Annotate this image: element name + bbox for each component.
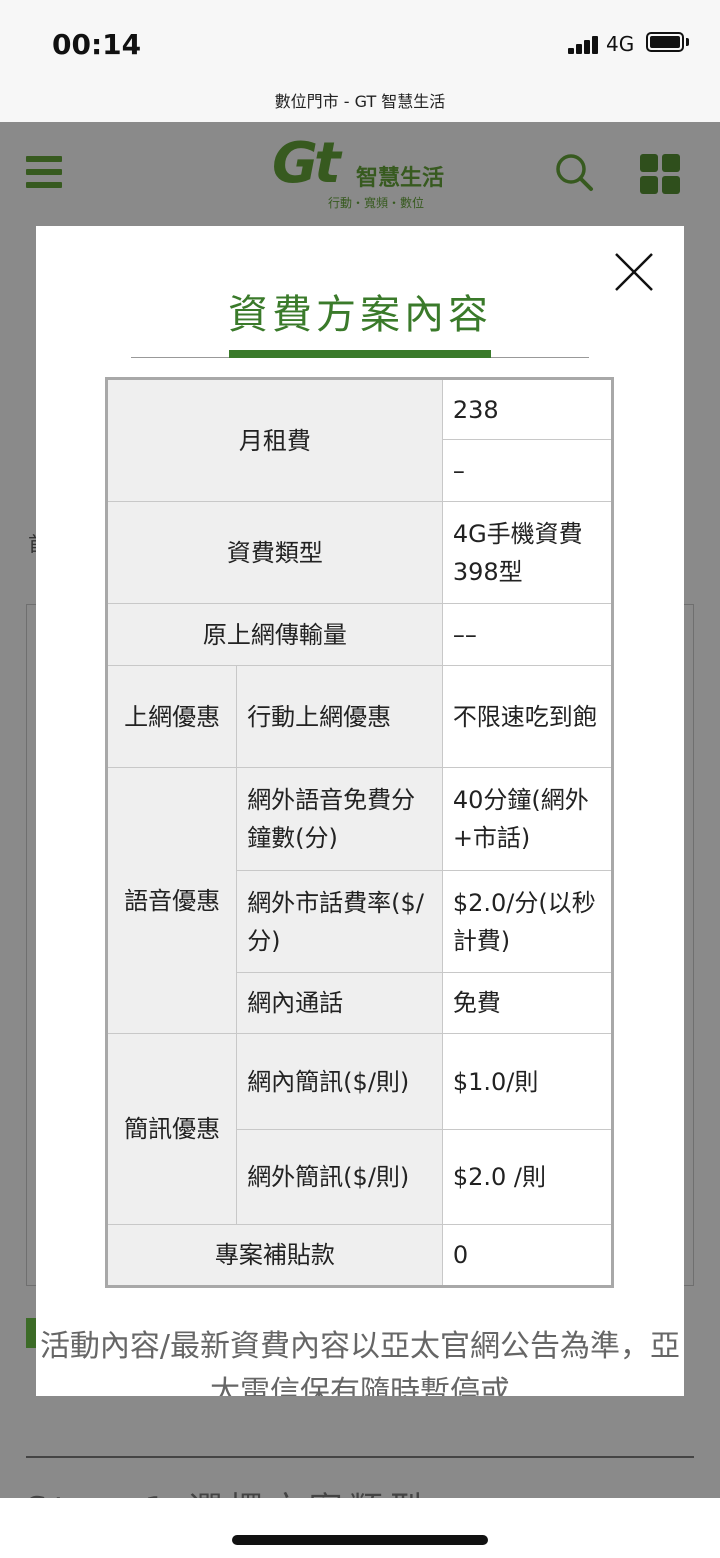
network-type: 4G [606, 32, 635, 56]
monthly-fee-value: 238 [441, 378, 614, 440]
status-bar: 00:14 4G [0, 0, 720, 88]
table-row: 月租費 238 [106, 378, 614, 502]
onnet-sms-label: 網內簡訊($/則) [236, 1033, 443, 1130]
grid-menu-icon[interactable] [640, 154, 680, 194]
browser-page-title[interactable]: 數位門市 - GT 智慧生活 [0, 88, 720, 122]
signal-icon [568, 36, 600, 54]
plan-details-modal: 資費方案內容 月租費 238 – 資費類型 4G手機資費398型 原上網傳輸量 … [36, 226, 684, 1396]
data-offer-label: 行動上網優惠 [236, 665, 443, 768]
landline-rate-label: 網外市話費率($/分) [236, 870, 443, 973]
home-indicator[interactable] [232, 1535, 488, 1545]
landline-rate-value: $2.0/分(以秒計費) [441, 870, 614, 973]
monthly-fee-label: 月租費 [106, 378, 443, 502]
status-time: 00:14 [52, 28, 142, 61]
logo-tagline: 行動・寬頻・數位 [328, 196, 425, 210]
background-accent [26, 1318, 36, 1348]
free-minutes-label: 網外語音免費分鐘數(分) [236, 767, 443, 871]
subsidy-value: 0 [441, 1224, 614, 1287]
background-divider [26, 1456, 694, 1458]
table-row: 資費類型 4G手機資費398型 [106, 501, 614, 604]
title-underline [229, 350, 491, 358]
data-offer-group: 上網優惠 [105, 665, 238, 768]
offnet-sms-label: 網外簡訊($/則) [236, 1129, 443, 1225]
onnet-call-label: 網內通話 [236, 972, 443, 1034]
onnet-call-value: 免費 [441, 972, 614, 1034]
table-row: 專案補貼款 0 [106, 1224, 614, 1287]
search-icon[interactable] [554, 152, 594, 192]
plan-type-label: 資費類型 [106, 501, 443, 604]
original-data-label: 原上網傳輸量 [106, 603, 443, 666]
subsidy-label: 專案補貼款 [106, 1224, 443, 1287]
offnet-sms-value: $2.0 /則 [441, 1129, 614, 1225]
logo-brand: 智慧生活 [356, 166, 445, 191]
table-row: 簡訊優惠 網內簡訊($/則) $1.0/則 [105, 1033, 614, 1225]
sms-offer-group: 簡訊優惠 [105, 1033, 238, 1225]
plan-type-value: 4G手機資費398型 [441, 501, 614, 604]
battery-icon [646, 32, 684, 52]
free-minutes-value: 40分鐘(網外+市話) [441, 767, 614, 871]
battery-tip [686, 38, 689, 46]
site-logo[interactable]: Gt 智慧生活 行動・寬頻・數位 [272, 131, 444, 211]
data-offer-value: 不限速吃到飽 [441, 665, 614, 768]
plan-table: 月租費 238 – 資費類型 4G手機資費398型 原上網傳輸量 –– 上網優惠… [105, 377, 614, 1288]
site-header: Gt 智慧生活 行動・寬頻・數位 [0, 122, 720, 226]
voice-offer-group: 語音優惠 [105, 767, 238, 1034]
modal-title: 資費方案內容 [228, 292, 492, 338]
home-indicator-area [0, 1498, 720, 1558]
logo-mark: Gt [272, 131, 341, 196]
table-row: 語音優惠 網外語音免費分鐘數(分) 40分鐘(網外+市話) [105, 767, 614, 1034]
table-row: 上網優惠 行動上網優惠 不限速吃到飽 [105, 665, 614, 768]
table-row: 原上網傳輸量 –– [106, 603, 614, 666]
onnet-sms-value: $1.0/則 [441, 1033, 614, 1130]
original-data-value: –– [441, 603, 614, 666]
menu-icon[interactable] [26, 156, 62, 188]
modal-footnote: 活動內容/最新資費內容以亞太官網公告為準，亞太電信保有隨時暫停或 [39, 1329, 681, 1396]
monthly-fee-value-2: – [441, 439, 614, 502]
